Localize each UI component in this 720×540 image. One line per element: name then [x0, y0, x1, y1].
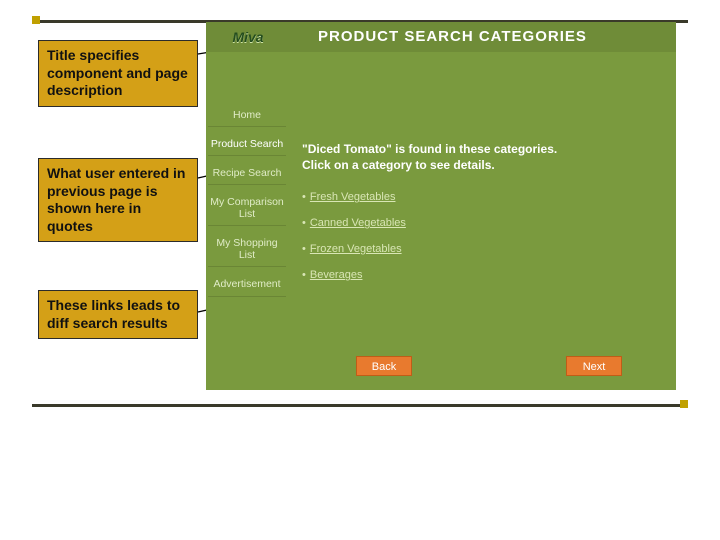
bullet-icon: • — [302, 217, 306, 229]
slide-bottom-rule — [32, 404, 688, 407]
category-link-canned-vegetables[interactable]: Canned Vegetables — [310, 217, 406, 229]
found-prefix: "Diced Tomato" is found in these categor… — [302, 142, 557, 156]
corner-square — [680, 400, 688, 408]
app-window: Miva PRODUCT SEARCH CATEGORIES Home Prod… — [206, 22, 676, 390]
nav-shopping-list[interactable]: My Shopping List — [208, 232, 286, 267]
nav-product-search[interactable]: Product Search — [208, 133, 286, 156]
found-message: "Diced Tomato" is found in these categor… — [302, 142, 656, 173]
app-header: Miva PRODUCT SEARCH CATEGORIES — [206, 22, 676, 52]
category-item: • Fresh Vegetables — [302, 191, 656, 203]
nav-comparison-list[interactable]: My Comparison List — [208, 191, 286, 226]
category-item: • Beverages — [302, 269, 656, 281]
category-list: • Fresh Vegetables • Canned Vegetables • Fr… — [302, 191, 656, 281]
content-area: "Diced Tomato" is found in these categor… — [302, 142, 656, 281]
back-button[interactable]: Back — [356, 356, 412, 376]
nav-recipe-search[interactable]: Recipe Search — [208, 162, 286, 185]
nav-advertisement[interactable]: Advertisement — [208, 273, 286, 296]
category-link-frozen-vegetables[interactable]: Frozen Vegetables — [310, 243, 402, 255]
found-suffix: Click on a category to see details. — [302, 158, 495, 172]
nav-home[interactable]: Home — [208, 104, 286, 127]
button-row: Back Next — [206, 356, 676, 380]
bullet-icon: • — [302, 243, 306, 255]
next-button[interactable]: Next — [566, 356, 622, 376]
slide: Title specifies component and page descr… — [0, 0, 720, 540]
category-item: • Frozen Vegetables — [302, 243, 656, 255]
page-title: PRODUCT SEARCH CATEGORIES — [318, 28, 587, 45]
category-link-fresh-vegetables[interactable]: Fresh Vegetables — [310, 191, 396, 203]
logo-text: Miva — [232, 29, 263, 45]
corner-square — [32, 16, 40, 24]
category-link-beverages[interactable]: Beverages — [310, 269, 363, 281]
callout-title: Title specifies component and page descr… — [38, 40, 198, 107]
sidebar: Home Product Search Recipe Search My Com… — [208, 104, 286, 297]
app-logo: Miva — [212, 22, 284, 52]
bullet-icon: • — [302, 191, 306, 203]
callout-quotes: What user entered in previous page is sh… — [38, 158, 198, 242]
callout-links: These links leads to diff search results — [38, 290, 198, 339]
category-item: • Canned Vegetables — [302, 217, 656, 229]
bullet-icon: • — [302, 269, 306, 281]
